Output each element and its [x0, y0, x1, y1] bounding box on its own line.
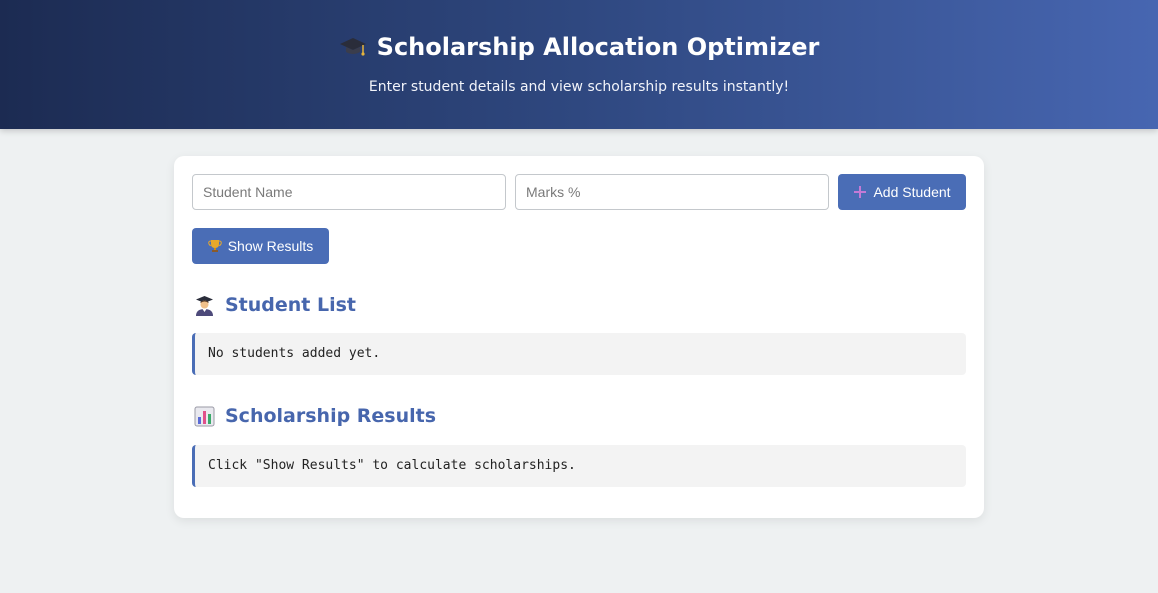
main-card: Add Student Show Results Student List — [174, 156, 984, 518]
student-list-title: Student List — [225, 294, 357, 316]
student-list-box: No students added yet. — [192, 333, 966, 375]
page-header: Scholarship Allocation Optimizer Enter s… — [0, 0, 1158, 129]
page-title: Scholarship Allocation Optimizer — [376, 33, 820, 61]
bar-chart-icon — [194, 406, 215, 427]
page-title-row: Scholarship Allocation Optimizer — [0, 31, 1158, 63]
show-results-button[interactable]: Show Results — [192, 228, 329, 264]
student-icon — [194, 295, 215, 316]
scholarship-results-heading: Scholarship Results — [194, 404, 436, 428]
plus-icon — [853, 185, 867, 199]
graduation-cap-icon — [339, 35, 367, 59]
trophy-icon — [207, 239, 222, 253]
scholarship-results-box: Click "Show Results" to calculate schola… — [192, 445, 966, 487]
show-results-label: Show Results — [227, 238, 314, 254]
student-list-heading: Student List — [194, 293, 356, 317]
scholarship-results-title: Scholarship Results — [225, 405, 437, 427]
marks-input[interactable] — [515, 174, 829, 210]
student-name-input[interactable] — [192, 174, 506, 210]
add-student-button[interactable]: Add Student — [838, 174, 966, 210]
add-student-label: Add Student — [873, 184, 951, 200]
page-subtitle: Enter student details and view scholarsh… — [368, 79, 790, 95]
